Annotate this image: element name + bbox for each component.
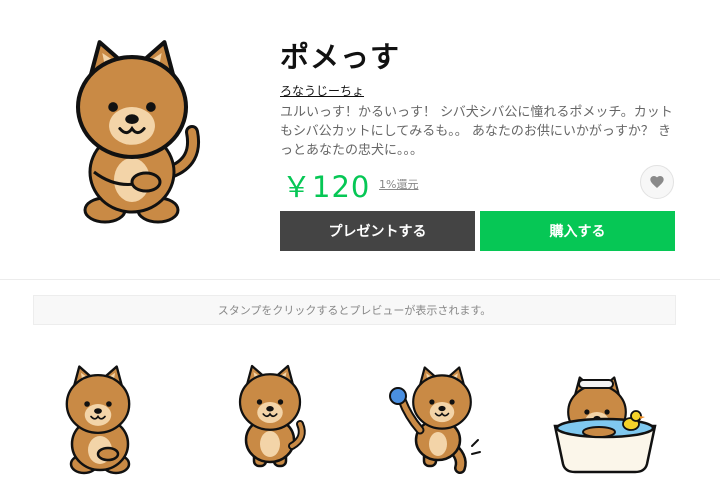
sticker-main-image [50,22,210,232]
author-link[interactable]: ろなうじーちょ [280,82,364,99]
product-title: ポメっす [280,40,401,74]
buy-button[interactable]: 購入する [480,211,675,251]
sticker-standing-pomeranian[interactable] [210,360,330,480]
reward-link[interactable]: 1%還元 [379,176,418,192]
product-price: ￥120 [282,170,371,204]
section-divider [0,279,720,280]
heart-icon [650,176,664,188]
sticker-sitting-pomeranian[interactable] [40,360,160,480]
gift-button[interactable]: プレゼントする [280,211,475,251]
preview-hint: スタンプをクリックするとプレビューが表示されます。 [33,295,676,325]
product-description: ユルいっす！かるいっす！ シバ犬シバ公に憧れるポメッチ。カットもシバ公カットにし… [280,105,673,158]
sticker-bathing-pomeranian[interactable] [545,360,665,480]
sticker-waving-pomeranian[interactable] [380,360,500,480]
favorite-button[interactable] [640,165,674,199]
